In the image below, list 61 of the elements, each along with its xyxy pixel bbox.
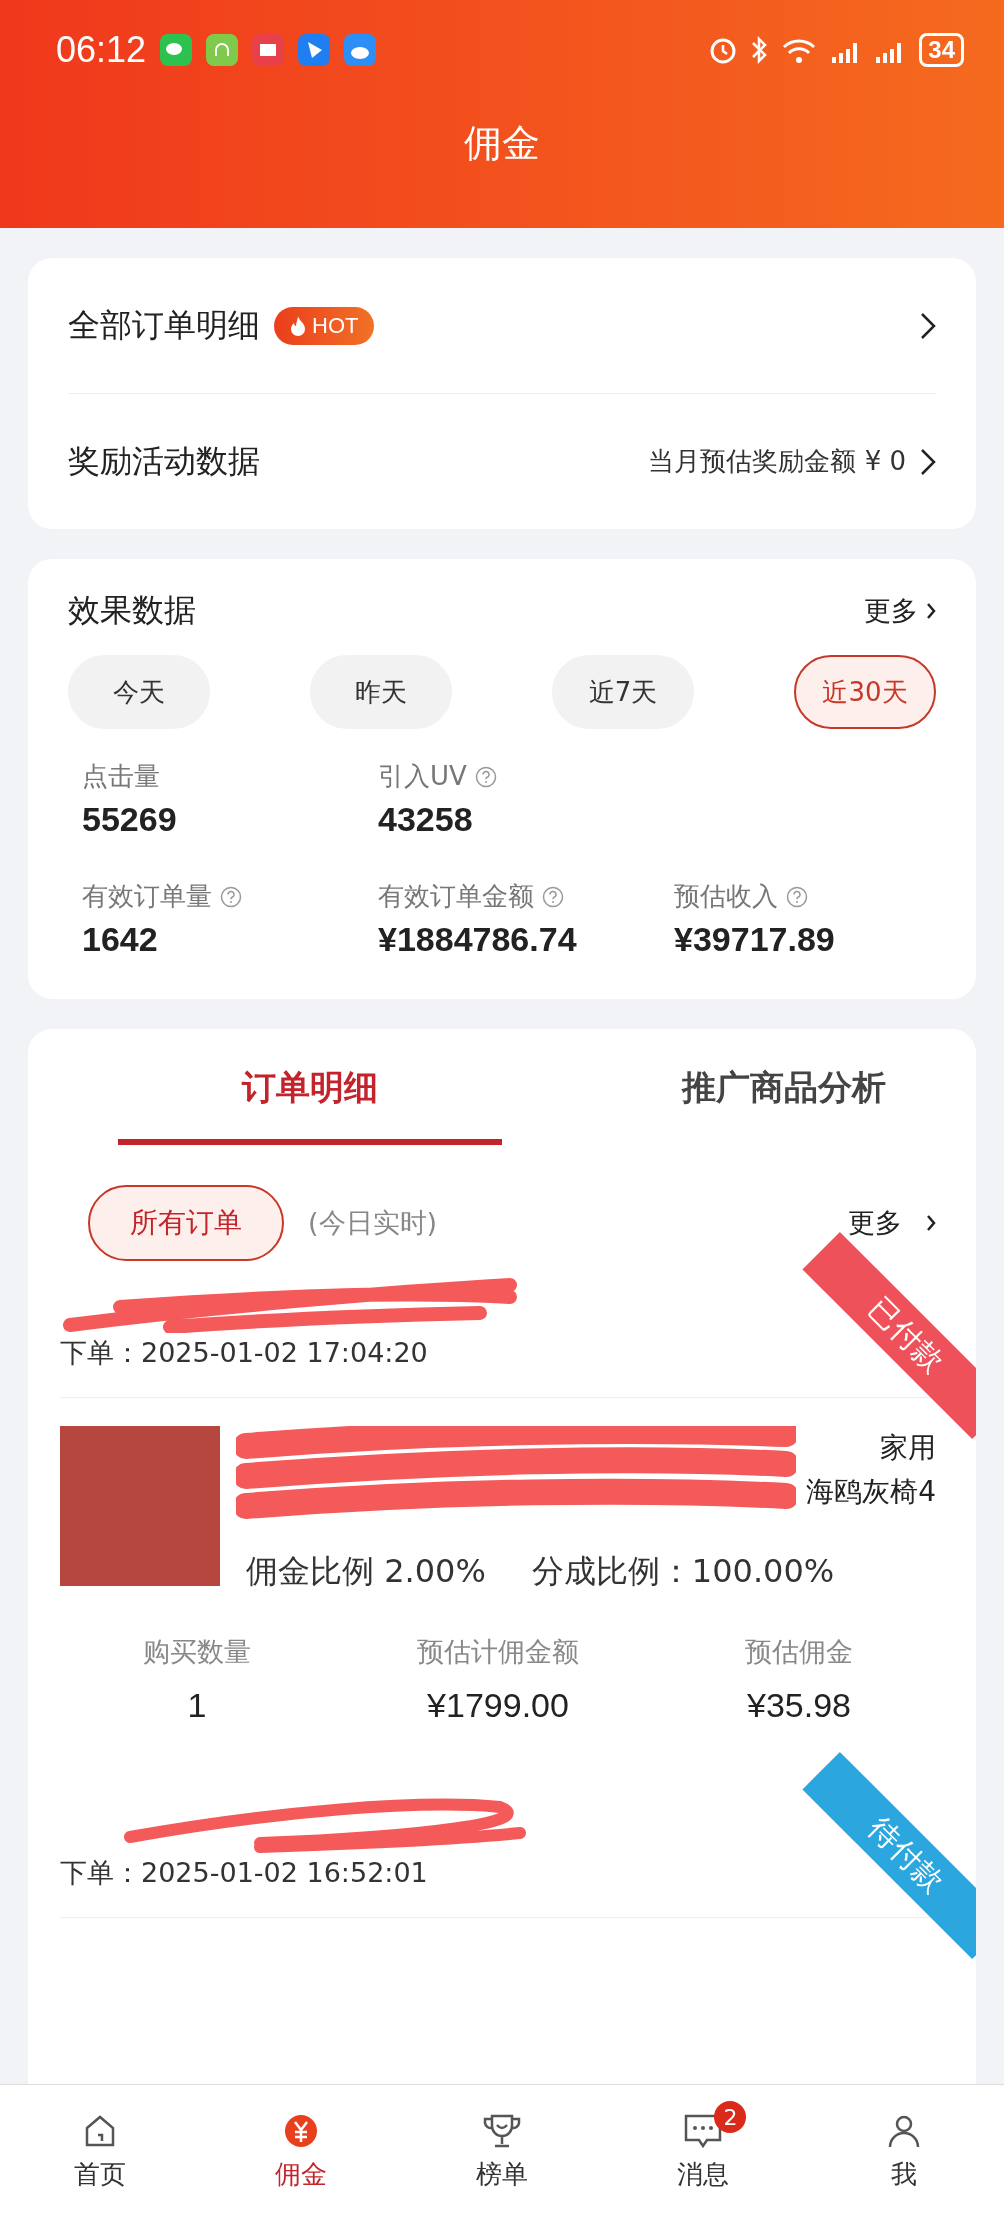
yen-coin-icon [283, 2112, 320, 2149]
stat-value: 43258 [378, 800, 474, 839]
help-icon[interactable] [474, 765, 497, 788]
period-tab[interactable]: 今天 [68, 655, 210, 729]
help-icon[interactable] [786, 885, 808, 908]
chevron-right-icon [926, 602, 936, 620]
bluetooth-icon [751, 35, 768, 65]
tab-bar-item[interactable]: 我 [803, 2085, 1004, 2219]
stat-value: ¥1884786.74 [378, 920, 578, 959]
status-time: 06:12 [56, 29, 147, 71]
mail-app-icon [252, 34, 285, 66]
badge-text: HOT [312, 312, 359, 339]
period-tab[interactable]: 昨天 [310, 655, 452, 729]
stat-label: 引入UV [378, 760, 467, 793]
stat-label: 有效订单金额 [378, 880, 534, 913]
metric-label: 预估佣金 [745, 1635, 853, 1669]
chevron-right-icon [920, 311, 936, 340]
commission-rate: 佣金比例 2.00% [246, 1551, 486, 1592]
chevron-right-icon [926, 1214, 936, 1232]
filter-chip[interactable]: 所有订单 [88, 1185, 284, 1261]
stat-value: 1642 [82, 920, 159, 959]
chat-app-icon [160, 34, 193, 66]
metric-label: 购买数量 [143, 1635, 251, 1669]
status-ribbon: 待付款 [802, 1751, 976, 1960]
metric-value: ¥1799.00 [427, 1686, 569, 1725]
product-title-fragment: 海鸥灰椅4 [805, 1474, 936, 1510]
flame-icon [290, 315, 306, 336]
period-tab[interactable]: 近30天 [794, 655, 936, 729]
stat-value: ¥39717.89 [674, 920, 836, 959]
orders-tab[interactable]: 订单明细 [118, 1029, 502, 1145]
stat-label: 点击量 [82, 760, 160, 793]
help-icon[interactable] [542, 885, 564, 908]
stat-label: 预估收入 [674, 880, 778, 913]
unread-count-badge: 2 [714, 2101, 747, 2133]
orders-tab[interactable]: 推广商品分析 [592, 1029, 976, 1145]
weather-app-icon [344, 34, 377, 66]
trophy-icon [482, 2112, 522, 2149]
metric-value: ¥35.98 [747, 1686, 851, 1725]
tab-bar-item[interactable]: 佣金 [200, 2085, 402, 2219]
battery-level: 34 [919, 33, 964, 67]
chat-bubble-icon [682, 2112, 723, 2149]
tab-bar-item[interactable]: 榜单 [401, 2085, 603, 2219]
link-row[interactable]: 全部订单明细 HOT [68, 258, 936, 393]
metric-label: 预估计佣金额 [417, 1635, 579, 1669]
period-tab[interactable]: 近7天 [552, 655, 694, 729]
link-row[interactable]: 奖励活动数据 当月预估奖励金额 ¥ 0 [68, 393, 936, 529]
stat-label: 有效订单量 [82, 880, 212, 913]
link-title: 奖励活动数据 [68, 440, 260, 482]
page-title: 佣金 [463, 120, 541, 167]
more-link[interactable]: 更多 [864, 593, 918, 629]
share-rate: 分成比例：100.00% [531, 1551, 835, 1592]
section-title: 效果数据 [68, 590, 196, 631]
chevron-right-icon [920, 447, 936, 476]
tab-bar-item[interactable]: 首页 [0, 2085, 201, 2219]
realtime-note: (今日实时) [308, 1206, 438, 1240]
reward-amount: 当月预估奖励金额 ¥ 0 [648, 445, 906, 478]
tab-bar-item[interactable]: 消息 2 [602, 2085, 804, 2219]
metric-value: 1 [187, 1686, 207, 1725]
help-icon[interactable] [220, 885, 242, 908]
stat-value: 55269 [82, 800, 178, 839]
link-title: 全部订单明细 [68, 304, 260, 346]
